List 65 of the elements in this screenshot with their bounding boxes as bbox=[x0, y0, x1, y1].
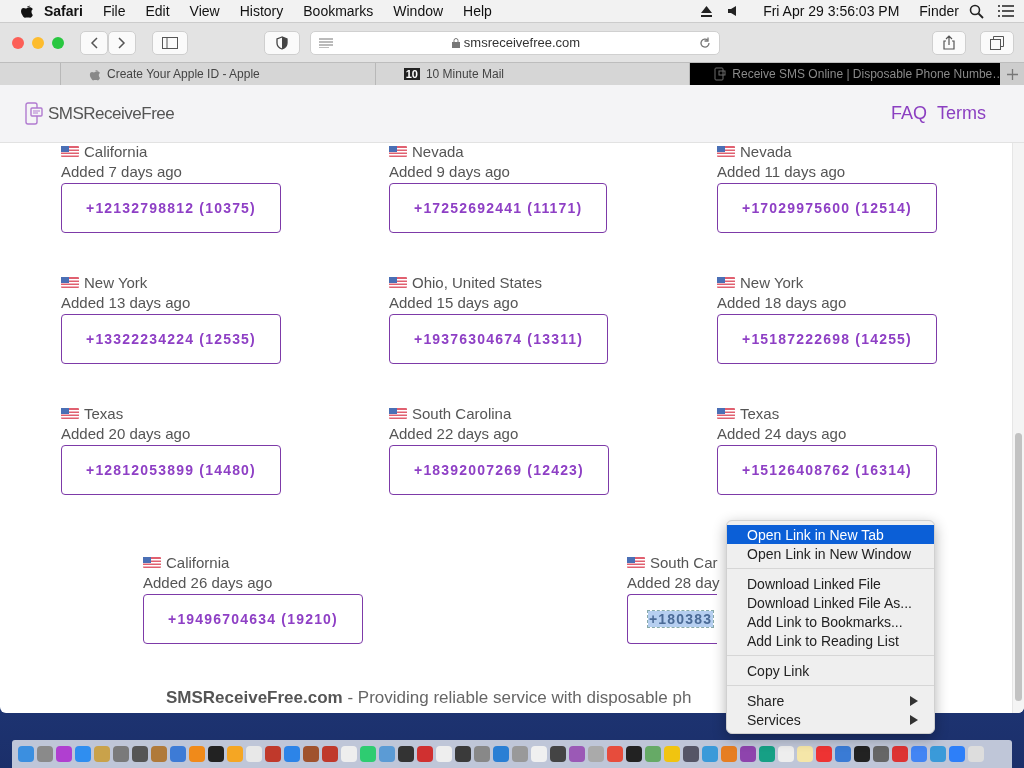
menu-item[interactable]: Help bbox=[453, 3, 502, 19]
menu-item[interactable]: Add Link to Bookmarks... bbox=[727, 612, 934, 631]
added-date: Added 15 days ago bbox=[389, 293, 519, 311]
tab-title: Create Your Apple ID - Apple bbox=[107, 67, 260, 81]
menu-item[interactable]: Open Link in New Window bbox=[727, 544, 934, 563]
menu-item[interactable]: Download Linked File bbox=[727, 574, 934, 593]
browser-tab[interactable]: Receive SMS Online | Disposable Phone Numbe… bbox=[689, 63, 1000, 85]
phone-number-link[interactable]: +13322234224 (12535) bbox=[61, 314, 281, 364]
url-text: smsreceivefree.com bbox=[463, 35, 581, 50]
footer-text: SMSReceiveFree.com - Providing reliable service with disposable ph bbox=[166, 688, 692, 708]
phone-number-link[interactable]: +12812053899 (14480) bbox=[61, 445, 281, 495]
browser-tab[interactable]: Create Your Apple ID - Apple bbox=[60, 63, 375, 85]
app-menu[interactable]: Safari bbox=[34, 3, 93, 19]
phone-number-link[interactable]: +17029975600 (12514) bbox=[717, 183, 937, 233]
phone-number-link[interactable]: +180383 bbox=[626, 594, 718, 644]
phone-number-link[interactable]: +17252692441 (11171) bbox=[389, 183, 608, 233]
menu-item[interactable]: Edit bbox=[135, 3, 180, 19]
tab-title: Receive SMS Online | Disposable Phone Numbe… bbox=[732, 67, 1000, 81]
added-date: Added 11 days ago bbox=[717, 162, 846, 180]
menu-item[interactable]: Services bbox=[727, 710, 934, 729]
tab-favicon: 10 bbox=[403, 68, 420, 80]
tab-title: 10 Minute Mail bbox=[425, 67, 504, 81]
location-label: Texas bbox=[740, 404, 780, 422]
location-label: California bbox=[166, 553, 230, 571]
phone-number-link[interactable]: +19496704634 (19210) bbox=[143, 594, 363, 644]
location-label: New York bbox=[740, 273, 804, 291]
menu-item[interactable]: View bbox=[179, 3, 230, 19]
location-label: South Car bbox=[649, 553, 718, 571]
phone-number-link[interactable]: +19376304674 (13311) bbox=[389, 314, 609, 364]
added-date: Added 26 days ago bbox=[143, 573, 273, 591]
clock[interactable]: Fri Apr 29 3:56:03 PM bbox=[753, 3, 910, 19]
added-date: Added 22 days ago bbox=[389, 424, 519, 442]
location-label: Nevada bbox=[412, 142, 464, 160]
menu-item[interactable]: File bbox=[92, 3, 136, 19]
added-date: Added 13 days ago bbox=[61, 293, 191, 311]
nav-link[interactable]: Terms bbox=[937, 103, 986, 124]
address-bar[interactable]: smsreceivefree.com bbox=[310, 30, 720, 55]
nav-link[interactable]: FAQ bbox=[891, 103, 927, 124]
phone-number-link[interactable]: +15187222698 (14255) bbox=[717, 314, 937, 364]
finder-menu[interactable]: Finder bbox=[909, 3, 969, 19]
added-date: Added 24 days ago bbox=[717, 424, 847, 442]
phone-number-link[interactable]: +18392007269 (12423) bbox=[389, 445, 609, 495]
browser-tab[interactable]: 10 10 Minute Mail bbox=[374, 63, 690, 85]
site-logo[interactable]: SMSReceiveFree bbox=[48, 103, 175, 124]
added-date: Added 18 days ago bbox=[717, 293, 847, 311]
phone-number-link[interactable]: +12132798812 (10375) bbox=[61, 183, 281, 233]
menu-item[interactable]: Window bbox=[383, 3, 454, 19]
menu-item[interactable]: Share bbox=[727, 691, 934, 710]
location-label: South Carolina bbox=[412, 404, 512, 422]
location-label: Ohio, United States bbox=[412, 273, 543, 291]
location-label: Texas bbox=[84, 404, 124, 422]
location-label: New York bbox=[84, 273, 148, 291]
menu-item[interactable]: Download Linked File As... bbox=[727, 593, 934, 612]
location-label: California bbox=[84, 142, 148, 160]
menu-item[interactable]: History bbox=[229, 3, 294, 19]
location-label: Nevada bbox=[740, 142, 792, 160]
added-date: Added 28 day bbox=[626, 573, 720, 591]
added-date: Added 7 days ago bbox=[61, 162, 182, 180]
menu-item[interactable]: Copy Link bbox=[727, 661, 934, 680]
phone-number-link[interactable]: +15126408762 (16314) bbox=[717, 445, 937, 495]
added-date: Added 20 days ago bbox=[61, 424, 191, 442]
menu-item[interactable]: Bookmarks bbox=[293, 3, 384, 19]
menu-item[interactable]: Open Link in New Tab bbox=[727, 525, 934, 544]
menu-item[interactable]: Add Link to Reading List bbox=[727, 631, 934, 650]
added-date: Added 9 days ago bbox=[389, 162, 510, 180]
